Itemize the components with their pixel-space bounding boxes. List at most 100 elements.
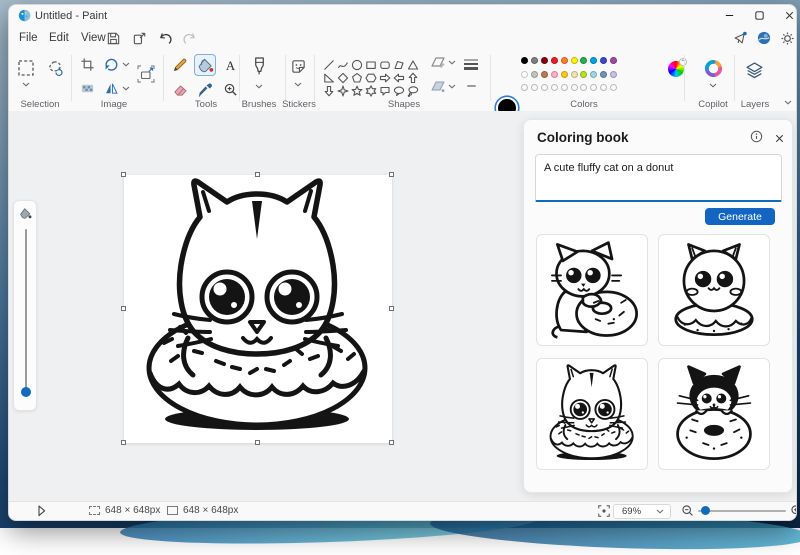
save-button[interactable]	[103, 29, 123, 47]
transparent-selection-tool[interactable]	[76, 77, 98, 99]
flip-tool[interactable]	[100, 77, 122, 99]
zoom-out-icon[interactable]	[681, 504, 694, 517]
shape-speech-bubble[interactable]	[378, 85, 391, 97]
menu-edit[interactable]: Edit	[43, 29, 75, 47]
shape-outline-chevron-icon[interactable]	[447, 59, 457, 65]
palette-empty-slot[interactable]	[550, 84, 558, 91]
shape-pentagon[interactable]	[350, 72, 363, 84]
brushes-button[interactable]	[248, 55, 270, 77]
account-avatar[interactable]	[754, 29, 774, 47]
palette-color-#00a2e8[interactable]	[590, 57, 598, 64]
selection-handle-n[interactable]	[255, 172, 260, 177]
undo-button[interactable]	[155, 29, 175, 47]
info-icon[interactable]	[750, 130, 763, 148]
shape-outline-button[interactable]	[429, 53, 447, 71]
fit-to-screen-icon[interactable]	[597, 504, 611, 518]
palette-color-#880015[interactable]	[540, 57, 548, 64]
palette-color-#000000[interactable]	[521, 57, 528, 64]
panel-close-icon[interactable]	[774, 131, 785, 149]
shape-six-point-star[interactable]	[364, 85, 377, 97]
shape-four-point-star[interactable]	[336, 85, 349, 97]
line-width-button[interactable]	[461, 55, 481, 73]
thumbnail-cat-head-in-donut[interactable]	[536, 358, 648, 470]
fill-tool[interactable]	[194, 54, 216, 76]
palette-color-#3f48cc[interactable]	[600, 57, 608, 64]
shape-triangle[interactable]	[406, 59, 419, 71]
palette-color-#c8bfe7[interactable]	[610, 71, 618, 78]
copilot-button[interactable]	[702, 57, 724, 79]
layers-button[interactable]	[743, 59, 765, 81]
shape-arrow-down[interactable]	[322, 85, 335, 97]
shape-arrow-left[interactable]	[392, 72, 405, 84]
eraser-tool[interactable]	[169, 78, 191, 100]
palette-color-#b5e61d[interactable]	[580, 71, 588, 78]
thumbnail-cat-hugging-donut[interactable]	[536, 234, 648, 346]
palette-empty-slot[interactable]	[560, 84, 568, 91]
shape-line[interactable]	[322, 59, 335, 71]
copilot-chevron-icon[interactable]	[708, 82, 718, 88]
palette-color-#a349a4[interactable]	[610, 57, 618, 64]
free-select-tool[interactable]	[43, 57, 65, 79]
redo-button[interactable]	[179, 29, 199, 47]
zoom-level-dropdown[interactable]: 69%	[613, 504, 671, 519]
shape-rectangle[interactable]	[364, 59, 377, 71]
palette-color-#b97a57[interactable]	[540, 71, 548, 78]
palette-color-#fff200[interactable]	[570, 57, 578, 64]
palette-color-#ffffff[interactable]	[521, 71, 528, 78]
resize-tool[interactable]	[135, 63, 157, 85]
palette-color-#ffaec9[interactable]	[550, 71, 558, 78]
maximize-button[interactable]	[744, 5, 774, 26]
palette-empty-slot[interactable]	[540, 84, 548, 91]
rectangle-select-tool[interactable]	[15, 57, 37, 79]
zoom-in-icon[interactable]	[790, 504, 796, 517]
shape-fill-button[interactable]	[429, 77, 447, 95]
brushes-chevron-icon[interactable]	[254, 83, 264, 89]
selection-handle-sw[interactable]	[121, 440, 126, 445]
selection-handle-s[interactable]	[255, 440, 260, 445]
shape-rounded-rectangle[interactable]	[378, 59, 391, 71]
shape-polygon[interactable]	[392, 59, 405, 71]
palette-empty-slot[interactable]	[580, 84, 588, 91]
zoom-slider-track[interactable]	[698, 510, 786, 512]
shape-thought-bubble[interactable]	[406, 85, 419, 97]
palette-color-#ffc90e[interactable]	[560, 71, 568, 78]
shape-fill-chevron-icon[interactable]	[447, 83, 457, 89]
palette-empty-slot[interactable]	[590, 84, 598, 91]
menu-file[interactable]: File	[13, 29, 44, 47]
slider-track[interactable]	[25, 229, 27, 391]
palette-empty-slot[interactable]	[610, 84, 618, 91]
selection-handle-w[interactable]	[121, 306, 126, 311]
shape-arrow-up[interactable]	[406, 72, 419, 84]
thumbnail-black-cat-behind-donut[interactable]	[658, 358, 770, 470]
settings-gear-icon[interactable]	[777, 29, 796, 47]
palette-color-#99d9ea[interactable]	[590, 71, 598, 78]
drawing-canvas[interactable]	[124, 175, 392, 443]
color-picker-tool[interactable]	[194, 78, 216, 100]
pencil-tool[interactable]	[169, 54, 191, 76]
selection-chevron-icon[interactable]	[21, 81, 31, 87]
rotate-tool[interactable]	[100, 53, 122, 75]
shape-oval-bubble[interactable]	[392, 85, 405, 97]
close-button[interactable]	[774, 5, 796, 26]
palette-empty-slot[interactable]	[530, 84, 538, 91]
selection-handle-se[interactable]	[389, 440, 394, 445]
palette-color-#ff7f27[interactable]	[560, 57, 568, 64]
ribbon-collapse-chevron-icon[interactable]	[783, 99, 793, 105]
palette-empty-slot[interactable]	[521, 84, 528, 91]
stickers-chevron-icon[interactable]	[293, 81, 303, 87]
selection-handle-e[interactable]	[389, 306, 394, 311]
shape-curve[interactable]	[336, 59, 349, 71]
magnifier-tool[interactable]	[219, 78, 241, 100]
shape-arrow-right[interactable]	[378, 72, 391, 84]
shape-ellipse[interactable]	[350, 59, 363, 71]
palette-color-#ed1c24[interactable]	[550, 57, 558, 64]
shape-hexagon[interactable]	[364, 72, 377, 84]
text-tool[interactable]: A	[219, 54, 241, 76]
thumbnail-fluffy-cat-on-donut[interactable]	[658, 234, 770, 346]
minimize-button[interactable]	[714, 5, 744, 26]
stickers-button[interactable]	[287, 55, 309, 77]
shape-diamond[interactable]	[336, 72, 349, 84]
palette-color-#7092be[interactable]	[600, 71, 608, 78]
palette-empty-slot[interactable]	[600, 84, 608, 91]
zoom-slider-thumb[interactable]	[701, 506, 710, 515]
